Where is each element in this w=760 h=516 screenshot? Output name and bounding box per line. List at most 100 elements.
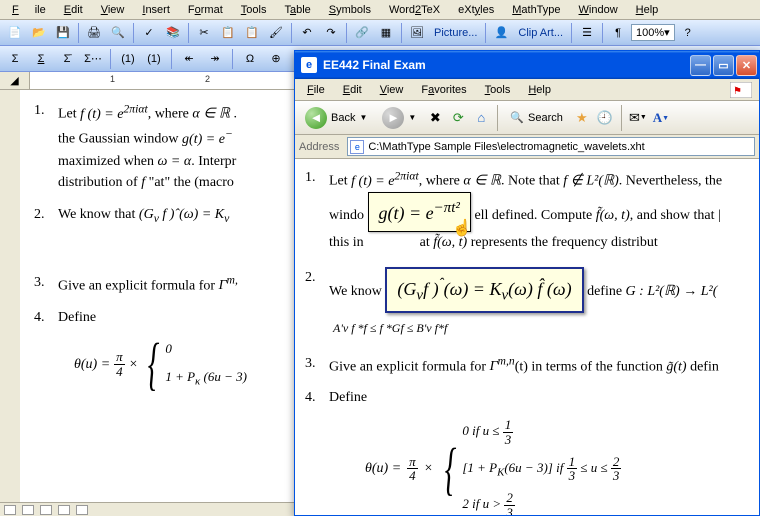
picture-label[interactable]: Picture... (430, 27, 481, 39)
history-icon[interactable]: 🕘 (595, 108, 615, 128)
forward-button[interactable]: ► ▼ (376, 105, 422, 131)
ie-document[interactable]: 1. Let f (t) = e2πiαt, where α ∈ ℝ. Note… (295, 159, 759, 515)
menu-edit[interactable]: Edit (56, 2, 91, 18)
search-button[interactable]: 🔍 Search (504, 105, 569, 131)
ie-menu-help[interactable]: Help (520, 82, 559, 98)
menu-view[interactable]: View (93, 2, 133, 18)
menu-symbols[interactable]: Symbols (321, 2, 379, 18)
menu-table[interactable]: Table (276, 2, 318, 18)
sigma-dots-icon[interactable]: Σ⋯ (82, 48, 104, 70)
ie-menu-view[interactable]: View (372, 82, 412, 98)
address-input[interactable]: e C:\MathType Sample Files\electromagnet… (347, 137, 755, 156)
equation-highlight: (Gνf )ˆ(ω) = Kν(ω) f̂ (ω) (385, 267, 583, 313)
list-number: 3. (305, 353, 329, 378)
eq-browse-icon[interactable]: ⊕ (265, 48, 287, 70)
zoom-combo[interactable]: 100%▾ (631, 24, 675, 41)
ie-menu-tools[interactable]: Tools (477, 82, 519, 98)
list-number: 1. (305, 167, 329, 253)
ie-menubar: File Edit View Favorites Tools Help ⚑ (295, 79, 759, 101)
home-icon[interactable]: ⌂ (471, 108, 491, 128)
spellcheck-icon[interactable]: ✓ (138, 22, 160, 44)
view-web-icon[interactable] (22, 505, 34, 515)
menu-word2tex[interactable]: Word2TeX (381, 2, 448, 18)
menu-window[interactable]: Window (571, 2, 626, 18)
close-button[interactable]: ✕ (736, 55, 757, 76)
list-number: 2. (34, 204, 58, 262)
clipart-label[interactable]: Clip Art... (514, 27, 567, 39)
menu-help[interactable]: Help (628, 2, 667, 18)
cut-icon[interactable]: ✂ (193, 22, 215, 44)
show-para-icon[interactable]: ¶ (607, 22, 629, 44)
forward-icon: ► (382, 107, 404, 129)
mail-icon[interactable]: ✉▼ (628, 108, 648, 128)
equation-tooltip: g(t) = e−πt² ☝ (368, 192, 471, 232)
ie-app-icon: e (301, 57, 317, 73)
back-icon: ◄ (305, 107, 327, 129)
word-menubar: File Edit View Insert Format Tools Table… (0, 0, 760, 20)
undo-icon[interactable]: ↶ (296, 22, 318, 44)
back-button[interactable]: ◄ Back ▼ (299, 105, 373, 131)
list-number: 2. (305, 267, 329, 339)
redo-icon[interactable]: ↷ (320, 22, 342, 44)
sigma-icon[interactable]: Σ (4, 48, 26, 70)
menu-format[interactable]: Format (180, 2, 231, 18)
tables-icon[interactable]: ▦ (375, 22, 397, 44)
view-print-icon[interactable] (40, 505, 52, 515)
search-icon: 🔍 (510, 111, 524, 124)
new-doc-icon[interactable]: 📄 (4, 22, 26, 44)
stop-icon[interactable]: ✖ (425, 108, 445, 128)
theta-equation-ie: θ(u) = π4 × { 0 if u ≤ 13 [1 + PK(6u − 3… (305, 418, 755, 515)
ie-window: e EE442 Final Exam — ▭ ✕ File Edit View … (294, 50, 760, 516)
ie-addressbar: Address e C:\MathType Sample Files\elect… (295, 135, 759, 159)
word-standard-toolbar: 📄 📂 💾 🖨 🔍 ✓ 📚 ✂ 📋 📋 🖌 ↶ ↷ 🔗 ▦ 🖼 Picture.… (0, 20, 760, 46)
ie-menu-file[interactable]: File (299, 82, 333, 98)
hyperlink-icon[interactable]: 🔗 (351, 22, 373, 44)
list-number: 4. (34, 307, 58, 329)
menu-tools[interactable]: Tools (233, 2, 275, 18)
svg-text:⚑: ⚑ (733, 86, 742, 97)
view-normal-icon[interactable] (4, 505, 16, 515)
list-number: 4. (305, 387, 329, 408)
copy-icon[interactable]: 📋 (217, 22, 239, 44)
paren11-icon[interactable]: (1) (143, 48, 165, 70)
maximize-button[interactable]: ▭ (713, 55, 734, 76)
paren1-icon[interactable]: (1) (117, 48, 139, 70)
refresh-icon[interactable]: ⟳ (448, 108, 468, 128)
sigma-bar-icon[interactable]: Σ̄ (56, 48, 78, 70)
menu-extyles[interactable]: eXtyles (450, 2, 502, 18)
ie-titlebar[interactable]: e EE442 Final Exam — ▭ ✕ (295, 51, 759, 79)
insert-picture-icon[interactable]: 🖼 (406, 22, 428, 44)
paste-icon[interactable]: 📋 (241, 22, 263, 44)
list-item: We know (Gνf )ˆ(ω) = Kν(ω) f̂ (ω) define… (329, 267, 755, 339)
print-icon[interactable]: 🖨 (83, 22, 105, 44)
research-icon[interactable]: 📚 (162, 22, 184, 44)
address-label: Address (299, 141, 343, 153)
ie-title: EE442 Final Exam (323, 58, 690, 72)
ie-menu-favorites[interactable]: Favorites (413, 82, 474, 98)
view-reading-icon[interactable] (76, 505, 88, 515)
sigma-under-icon[interactable]: Σ (30, 48, 52, 70)
next-eq-icon[interactable]: ↠ (204, 48, 226, 70)
list-item: Let f (t) = e2πiαt, where α ∈ ℝ. Note th… (329, 167, 755, 253)
menu-insert[interactable]: Insert (134, 2, 178, 18)
eq-toggle-icon[interactable]: Ω (239, 48, 261, 70)
help-icon[interactable]: ? (677, 22, 699, 44)
format-painter-icon[interactable]: 🖌 (265, 22, 287, 44)
prev-eq-icon[interactable]: ↞ (178, 48, 200, 70)
menu-file[interactable]: File (4, 2, 54, 18)
list-item: Define (329, 387, 755, 408)
open-icon[interactable]: 📂 (28, 22, 50, 44)
ie-throbber-icon: ⚑ (727, 81, 755, 99)
save-icon[interactable]: 💾 (52, 22, 74, 44)
favorites-icon[interactable]: ★ (572, 108, 592, 128)
font-size-icon[interactable]: A▼ (651, 108, 671, 128)
minimize-button[interactable]: — (690, 55, 711, 76)
columns-icon[interactable]: ☰ (576, 22, 598, 44)
list-number: 3. (34, 272, 58, 297)
ruler-corner: ◢ (0, 72, 30, 89)
menu-mathtype[interactable]: MathType (504, 2, 568, 18)
view-outline-icon[interactable] (58, 505, 70, 515)
preview-icon[interactable]: 🔍 (107, 22, 129, 44)
ie-menu-edit[interactable]: Edit (335, 82, 370, 98)
clipart-icon[interactable]: 👤 (490, 22, 512, 44)
